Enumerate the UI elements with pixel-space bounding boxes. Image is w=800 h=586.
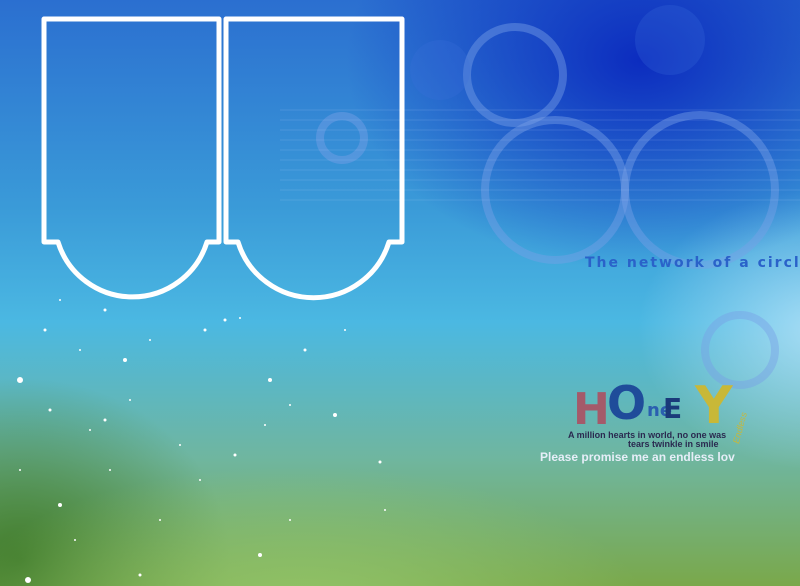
honey-letter-o: O bbox=[607, 376, 647, 430]
photo-frames bbox=[41, 16, 405, 301]
promise-text: Please promise me an endless lov bbox=[540, 450, 735, 464]
honey-letter-h: H bbox=[573, 384, 610, 435]
honey-letter-y: Y bbox=[695, 376, 733, 436]
background-canvas: The network of a circle H O ne E Y Endle… bbox=[0, 0, 800, 586]
right-photo-frame[interactable] bbox=[223, 16, 405, 301]
honey-description-line-2: tears twinkle in smile bbox=[628, 439, 719, 449]
tagline-text: The network of a circle bbox=[585, 255, 800, 271]
honey-sub-text: Endless bbox=[731, 411, 749, 445]
honey-letter-e: E bbox=[663, 392, 683, 425]
left-photo-frame[interactable] bbox=[41, 16, 222, 300]
